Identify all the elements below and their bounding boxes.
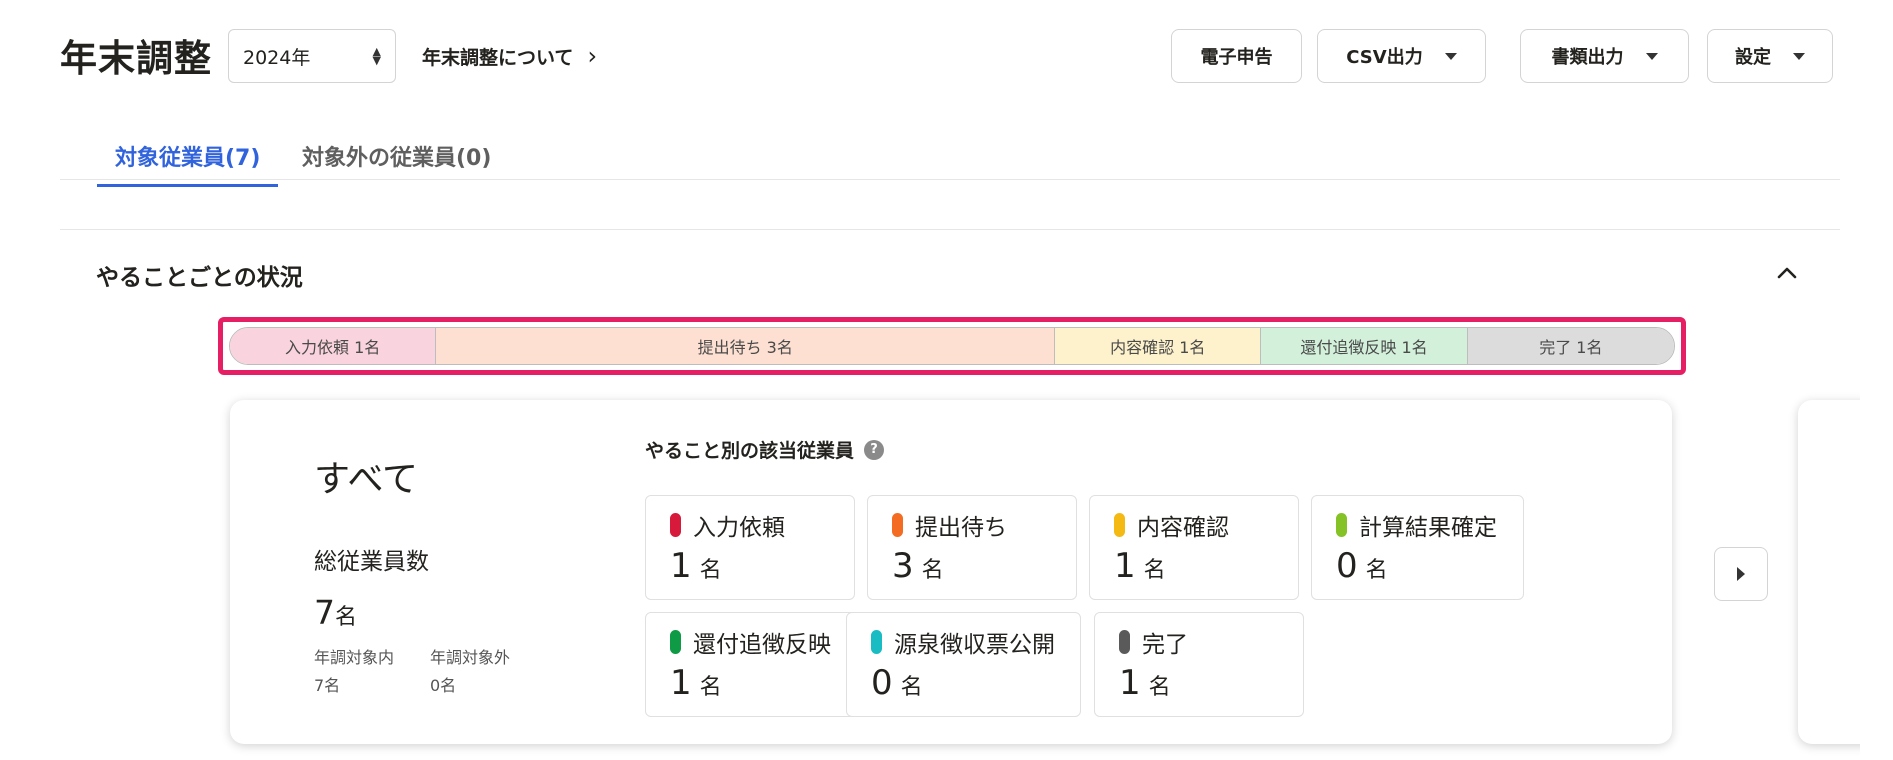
tab-excluded-employees[interactable]: 対象外の従業員(0) (302, 140, 491, 184)
task-tile-completed[interactable]: 完了 1 名 (1094, 612, 1304, 717)
task-label: 入力依頼 (670, 508, 785, 542)
in-scope-label: 年調対象内 (314, 648, 395, 667)
status-bar-highlight: 入力依頼 1名 提出待ち 3名 内容確認 1名 還付追徴反映 1名 完了 1名 (218, 317, 1686, 375)
year-select[interactable]: 2024年 ▲ ▼ (228, 29, 396, 83)
about-year-end-link[interactable]: 年末調整について › (422, 42, 597, 70)
task-count: 1名 (670, 663, 722, 703)
csv-export-label: CSV出力 (1346, 47, 1423, 68)
task-count-number: 0 (871, 663, 893, 703)
caret-down-icon (1793, 52, 1805, 60)
task-label-text: 入力依頼 (693, 515, 785, 541)
settings-label: 設定 (1735, 47, 1771, 68)
status-segment[interactable]: 提出待ち 3名 (436, 328, 1056, 364)
document-export-label: 書類出力 (1551, 47, 1624, 68)
caret-down-icon (1645, 52, 1658, 60)
card-title: すべて (314, 459, 419, 500)
task-count-unit: 名 (699, 558, 722, 583)
status-segment[interactable]: 入力依頼 1名 (230, 328, 437, 364)
task-count-number: 1 (1119, 663, 1141, 703)
task-count-unit: 名 (921, 558, 944, 583)
task-label-text: 還付追徴反映 (693, 632, 831, 658)
task-label: 内容確認 (1114, 508, 1229, 542)
task-tile-submission-pending[interactable]: 提出待ち 3 名 (867, 495, 1077, 600)
task-label-text: 計算結果確定 (1359, 515, 1497, 541)
out-scope-count: 年調対象外 0名 (430, 644, 510, 700)
task-label: 完了 (1119, 625, 1188, 659)
page-clip (1860, 390, 1893, 760)
tasks-title-label: やること別の該当従業員 (645, 440, 855, 462)
in-scope-count: 年調対象内 7名 (314, 644, 394, 700)
task-label-text: 完了 (1142, 632, 1188, 658)
status-dot-icon (1114, 513, 1125, 537)
task-count: 1名 (1114, 546, 1166, 586)
task-count-unit: 名 (699, 675, 722, 700)
task-count-unit: 名 (900, 675, 923, 700)
task-count: 0名 (1336, 546, 1388, 586)
task-label: 源泉徴収票公開 (871, 625, 1055, 659)
task-tile-refund-reflection[interactable]: 還付追徴反映 1 名 (645, 612, 857, 717)
status-dot-icon (892, 513, 903, 537)
page-title: 年末調整 (60, 37, 212, 80)
task-count: 1名 (670, 546, 722, 586)
caret-down-icon (1444, 52, 1457, 60)
status-progress-bar: 入力依頼 1名 提出待ち 3名 内容確認 1名 還付追徴反映 1名 完了 1名 (229, 327, 1675, 365)
section-title: やることごとの状況 (96, 265, 303, 291)
out-scope-value: 0名 (430, 676, 457, 695)
task-label-text: 源泉徴収票公開 (894, 632, 1055, 658)
help-icon[interactable]: ? (864, 439, 885, 460)
task-tile-input-request[interactable]: 入力依頼 1 名 (645, 495, 855, 600)
total-employees-label: 総従業員数 (314, 549, 429, 575)
task-count-number: 1 (1114, 546, 1136, 586)
settings-button[interactable]: 設定 (1707, 29, 1833, 83)
task-tile-content-review[interactable]: 内容確認 1 名 (1089, 495, 1299, 600)
status-dot-icon (1336, 513, 1347, 537)
task-count: 3名 (892, 546, 944, 586)
task-tile-calculation-confirmed[interactable]: 計算結果確定 0 名 (1311, 495, 1524, 600)
status-segment[interactable]: 完了 1名 (1467, 328, 1674, 364)
task-count-number: 1 (670, 546, 692, 586)
task-tile-withholding-publish[interactable]: 源泉徴収票公開 0 名 (846, 612, 1081, 717)
select-arrows-icon: ▲ ▼ (372, 45, 381, 67)
task-count: 0名 (871, 663, 923, 703)
status-dot-icon (871, 630, 882, 654)
e-filing-label: 電子申告 (1200, 47, 1273, 68)
task-count-number: 1 (670, 663, 692, 703)
task-count-unit: 名 (1365, 558, 1388, 583)
summary-card-all: すべて 総従業員数 7名 年調対象内 7名 年調対象外 0名 やること別の該当従… (230, 400, 1672, 744)
employee-tabs: 対象従業員(7) 対象外の従業員(0) (60, 128, 1840, 187)
task-label: 還付追徴反映 (670, 625, 831, 659)
in-scope-value: 7名 (314, 676, 341, 695)
page-header: 年末調整 2024年 ▲ ▼ 年末調整について › 電子申告 CSV出力 書類出力… (60, 0, 1840, 115)
task-count: 1名 (1119, 663, 1171, 703)
status-dot-icon (670, 630, 681, 654)
status-segment[interactable]: 内容確認 1名 (1055, 328, 1262, 364)
task-label-text: 内容確認 (1137, 515, 1229, 541)
section-divider (60, 229, 1840, 230)
status-segment[interactable]: 還付追徴反映 1名 (1261, 328, 1468, 364)
total-employees-value: 7名 (314, 593, 357, 632)
task-label: 計算結果確定 (1336, 508, 1497, 542)
task-count-unit: 名 (1148, 675, 1171, 700)
task-label-text: 提出待ち (915, 515, 1007, 541)
out-scope-label: 年調対象外 (430, 648, 511, 667)
task-count-unit: 名 (1143, 558, 1166, 583)
next-card-button[interactable] (1714, 547, 1768, 601)
status-dot-icon (1119, 630, 1130, 654)
task-count-number: 0 (1336, 546, 1358, 586)
year-select-value: 2024年 (243, 46, 311, 69)
task-label: 提出待ち (892, 508, 1007, 542)
triangle-right-icon (1737, 567, 1745, 581)
total-value-unit: 名 (335, 605, 358, 630)
task-count-number: 3 (892, 546, 914, 586)
csv-export-button[interactable]: CSV出力 (1317, 29, 1486, 83)
chevron-right-icon: › (587, 42, 598, 70)
tasks-title: やること別の該当従業員 ? (645, 436, 885, 463)
chevron-up-icon[interactable] (1774, 260, 1800, 286)
document-export-button[interactable]: 書類出力 (1520, 29, 1689, 83)
total-value-number: 7 (314, 593, 335, 632)
tab-target-employees[interactable]: 対象従業員(7) (97, 140, 279, 187)
e-filing-button[interactable]: 電子申告 (1171, 29, 1302, 83)
about-link-label: 年末調整について (422, 46, 574, 69)
status-dot-icon (670, 513, 681, 537)
